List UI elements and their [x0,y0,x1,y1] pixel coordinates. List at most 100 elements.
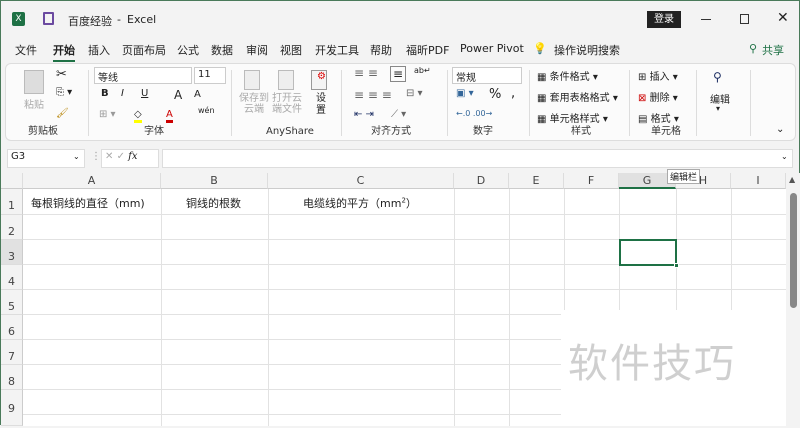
font-group-label: 字体 [144,126,164,137]
italic-button[interactable]: I [121,88,124,99]
search-icon[interactable]: ⚲ [713,70,722,84]
conditional-formatting-button[interactable]: ▦ 条件格式 ▾ [537,68,598,83]
styles-group-label: 样式 [571,126,591,137]
chevron-down-icon: ▾ [716,104,721,113]
accounting-format-icon[interactable]: ▣ ▾ [456,88,474,99]
percent-button[interactable]: % [489,87,501,102]
align-bottom-icon[interactable]: ≡ [390,66,407,82]
tab-file[interactable]: 文件 [15,42,37,58]
cancel-icon[interactable]: ✕ [105,151,113,162]
row-header-3[interactable]: 3 [1,240,23,265]
expand-formula-bar-icon[interactable]: ⌄ [781,152,788,161]
merge-center-icon[interactable]: ⊟ ▾ [406,88,423,99]
cell-c1-text: 电缆线的平方（mm [303,197,402,210]
vertical-scrollbar[interactable]: ▲ [786,173,800,426]
tab-insert[interactable]: 插入 [88,42,110,58]
minimize-button[interactable] [701,19,711,20]
paste-icon[interactable] [24,70,44,94]
tab-view[interactable]: 视图 [280,42,302,58]
tab-data[interactable]: 数据 [211,42,233,58]
underline-button[interactable]: U [141,88,148,99]
tab-power-pivot[interactable]: Power Pivot [460,42,524,55]
maximize-button[interactable] [740,14,749,24]
selected-cell-g3[interactable] [619,239,677,266]
phonetic-icon[interactable]: wén [198,106,215,115]
align-top-icon[interactable]: ≡ ≡ [354,66,378,80]
decimal-increase-decrease-icon[interactable]: ←.0 .00→ [456,109,492,118]
name-box-dropdown-icon[interactable]: ⌄ [73,152,80,161]
open-cloud-file-icon[interactable] [278,70,294,90]
login-button[interactable]: 登录 [647,11,681,28]
comma-button[interactable]: , [511,86,515,101]
column-header-e[interactable]: E [509,173,564,189]
tell-me-search[interactable]: 操作说明搜索 [554,42,620,58]
row-header-2[interactable]: 2 [1,215,23,240]
column-header-f[interactable]: F [564,173,619,189]
formula-input[interactable] [162,149,793,168]
row-header-5[interactable]: 5 [1,290,23,315]
wrap-text-icon[interactable]: ab↵ [414,66,431,75]
tab-page-layout[interactable]: 页面布局 [122,42,166,58]
select-all-corner[interactable] [1,173,23,189]
conditional-formatting-label: 条件格式 [549,72,590,83]
delete-cells-button[interactable]: ⊠ 删除 ▾ [638,89,678,104]
ribbon-tabs: 文件 开始 插入 页面布局 公式 数据 审阅 视图 开发工具 帮助 福昕PDF … [1,38,800,62]
formula-buttons: ✕ ✓ fx [101,149,159,168]
insert-cells-button[interactable]: ⊞ 插入 ▾ [638,68,678,83]
format-painter-icon[interactable]: 🖌 [56,108,69,119]
save-to-cloud-icon[interactable] [244,70,260,90]
tab-formulas[interactable]: 公式 [177,42,199,58]
grow-font-button[interactable]: A [174,88,182,102]
share-button[interactable]: 共享 [762,42,784,58]
close-button[interactable]: ✕ [777,10,789,26]
save-to-cloud-button[interactable]: 保存到云端 [239,93,269,115]
format-as-table-button[interactable]: ▦ 套用表格格式 ▾ [537,89,618,104]
settings-button[interactable]: 设置 [316,93,328,117]
row-header-1[interactable]: 1 [1,189,23,215]
collapse-ribbon-icon[interactable]: ⌄ [776,124,784,135]
tab-developer[interactable]: 开发工具 [315,42,359,58]
tab-help[interactable]: 帮助 [370,42,392,58]
cut-icon[interactable]: ✂ [56,67,67,82]
orientation-icon[interactable]: ⟋ ▾ [391,109,406,120]
cell-c1[interactable]: 电缆线的平方（mm2） [303,195,417,211]
row-header-8[interactable]: 8 [1,365,23,390]
font-size-select[interactable]: 11 [194,67,226,84]
indent-icon[interactable]: ⇤ ⇥ [354,109,374,120]
tab-review[interactable]: 审阅 [246,42,268,58]
column-header-a[interactable]: A [23,173,161,189]
tab-foxit-pdf[interactable]: 福昕PDF [406,42,449,58]
row-header-6[interactable]: 6 [1,315,23,340]
bold-button[interactable]: B [101,88,109,99]
cell-a1[interactable]: 每根铜线的直径（mm) [31,195,145,211]
copy-icon[interactable]: ⎘ ▾ [56,87,72,98]
fill-handle[interactable] [674,263,679,268]
column-header-d[interactable]: D [454,173,509,189]
column-header-b[interactable]: B [161,173,268,189]
tab-home[interactable]: 开始 [53,42,75,62]
font-name-select[interactable]: 等线 [94,67,192,84]
spreadsheet-grid[interactable]: A B C D E F G H I 编辑栏 1 2 3 4 5 6 7 8 9 … [1,169,786,426]
column-header-i[interactable]: I [731,173,786,189]
row-header-7[interactable]: 7 [1,340,23,365]
align-left-center-right-icon[interactable]: ≡ ≡ ≡ [354,88,392,102]
share-icon: ⚲ [749,42,758,55]
save-icon[interactable] [43,12,54,25]
row-header-4[interactable]: 4 [1,265,23,290]
enter-icon[interactable]: ✓ [117,151,125,162]
scroll-up-icon[interactable]: ▲ [789,175,795,184]
column-header-c[interactable]: C [268,173,454,189]
fill-color-icon[interactable]: ◇ [134,109,142,123]
border-icon[interactable]: ⊞ ▾ [99,109,116,120]
row-header-9[interactable]: 9 [1,390,23,426]
font-color-icon[interactable]: A [166,109,173,123]
settings-gear-icon[interactable]: ⚙ [311,70,327,90]
paste-button[interactable]: 粘贴 [24,96,44,111]
open-cloud-file-button[interactable]: 打开云端文件 [272,93,302,115]
number-format-select[interactable]: 常规 [452,67,522,84]
shrink-font-button[interactable]: A [194,89,201,100]
scrollbar-thumb[interactable] [790,193,797,308]
title-separator: - [117,13,121,26]
insert-function-button[interactable]: fx [128,151,137,162]
cell-b1[interactable]: 铜线的根数 [186,195,241,211]
